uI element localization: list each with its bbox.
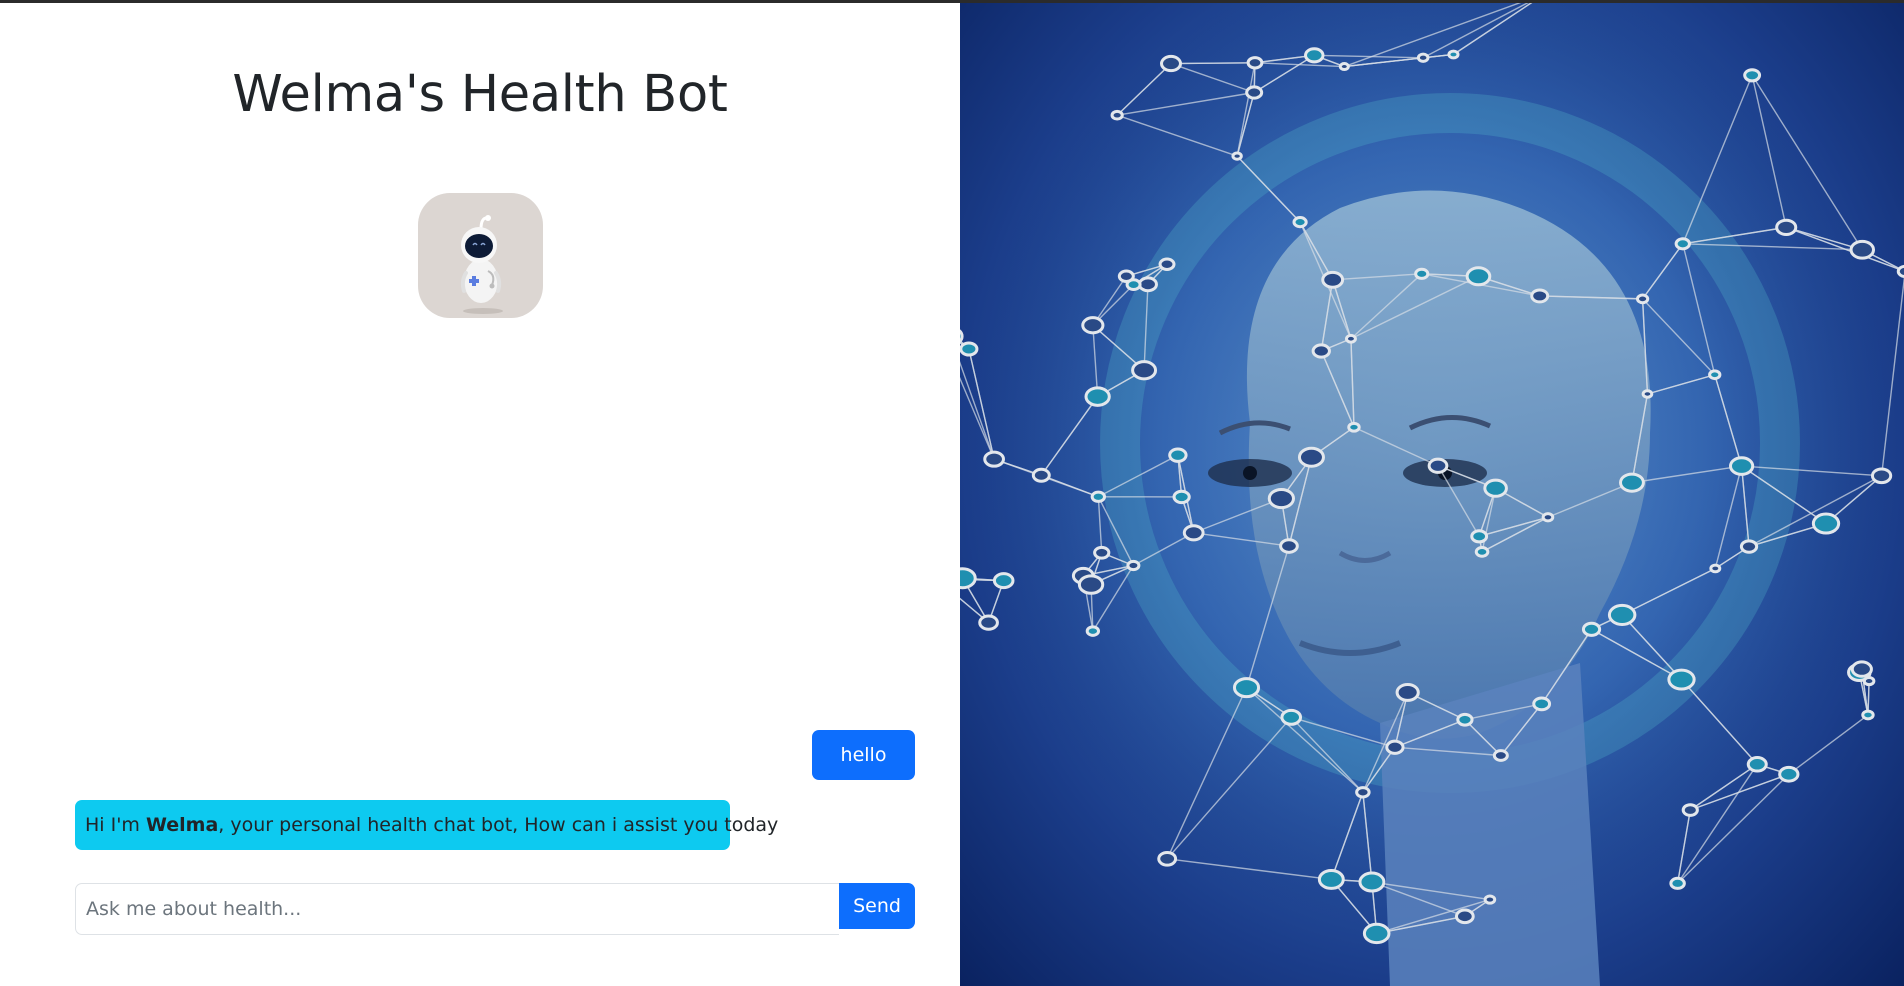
network-node: [1246, 56, 1264, 70]
robot-nurse-icon: [418, 193, 543, 318]
network-node: [1681, 803, 1699, 817]
page-title: Welma's Health Bot: [232, 65, 728, 124]
bot-message-bubble: Hi I'm Welma, your personal health chat …: [75, 800, 778, 850]
chat-panel: Welma's Health Bot hello Hi I'm Welma, y…: [0, 3, 960, 986]
network-node: [992, 572, 1015, 590]
network-node: [1182, 524, 1205, 542]
network-node: [1775, 218, 1798, 237]
network-node: [1581, 621, 1602, 637]
hero-image: [960, 3, 1904, 986]
network-node: [1085, 625, 1101, 637]
network-node: [1746, 756, 1768, 773]
network-node: [1811, 512, 1841, 535]
network-node: [1304, 47, 1325, 64]
network-node: [1081, 316, 1105, 335]
network-node: [1131, 360, 1158, 381]
bot-message-prefix: Hi I'm: [85, 814, 146, 836]
network-node: [1870, 467, 1893, 485]
network-node: [1641, 389, 1654, 399]
network-node: [1232, 677, 1261, 699]
network-node: [1157, 850, 1178, 867]
network-node: [1395, 682, 1420, 702]
network-node: [1674, 237, 1691, 251]
network-node: [1414, 267, 1430, 280]
network-node: [1669, 876, 1686, 890]
network-node: [1474, 546, 1490, 558]
network-node: [1456, 712, 1474, 727]
network-node: [1483, 478, 1508, 498]
network-node: [1280, 708, 1303, 726]
bot-name: Welma: [145, 814, 219, 836]
network-node: [1607, 603, 1637, 626]
network-node: [1117, 269, 1135, 283]
robot-avatar-icon: [460, 215, 503, 314]
network-node: [1447, 49, 1460, 60]
network-node: [1110, 109, 1124, 121]
network-node: [1344, 333, 1357, 344]
network-node: [1347, 421, 1361, 433]
network-node: [1416, 52, 1430, 63]
network-node: [1338, 62, 1350, 72]
network-node: [1245, 85, 1264, 100]
network-node: [1031, 467, 1051, 483]
network-node: [1532, 696, 1552, 712]
network-node: [960, 567, 977, 590]
network-node: [1321, 270, 1345, 289]
network-node: [1862, 676, 1876, 687]
network-node: [1470, 529, 1489, 544]
network-node: [1355, 786, 1371, 799]
network-node: [1292, 216, 1308, 229]
network-node: [1709, 563, 1722, 574]
user-message-bubble: hello: [812, 730, 915, 780]
network-node: [1728, 456, 1755, 476]
network-node: [1778, 765, 1800, 783]
network-node: [1158, 257, 1176, 272]
network-node: [1708, 369, 1722, 381]
network-node: [1849, 239, 1876, 260]
network-node: [1483, 894, 1497, 905]
network-node: [1137, 276, 1158, 293]
network-node: [1160, 54, 1182, 73]
network-node: [983, 450, 1005, 468]
network-node: [1358, 871, 1386, 893]
network-node: [1093, 545, 1111, 560]
network-node: [1279, 538, 1299, 554]
ai-face-network-illustration: [960, 3, 1904, 986]
network-node: [1231, 151, 1243, 161]
network-node: [1541, 512, 1555, 523]
bot-message-suffix: , your personal health chat bot, How can…: [218, 814, 779, 836]
network-node: [1619, 472, 1645, 493]
network-node: [1454, 908, 1475, 925]
network-node: [1896, 264, 1904, 278]
network-node: [1267, 487, 1295, 510]
network-node: [1739, 539, 1759, 554]
network-node: [1090, 490, 1107, 503]
network-node: [1861, 709, 1875, 721]
network-node: [1317, 869, 1345, 890]
network-node: [1084, 386, 1111, 407]
network-node: [1465, 266, 1492, 287]
network-node: [978, 614, 999, 631]
network-node: [1850, 660, 1873, 678]
network-node: [1530, 288, 1550, 304]
network-node: [1297, 446, 1325, 468]
network-node: [1492, 749, 1509, 762]
network-node: [1168, 447, 1188, 463]
user-message-text: hello: [840, 744, 887, 766]
network-node: [1172, 489, 1191, 505]
chat-input[interactable]: [75, 883, 839, 935]
network-node: [1077, 574, 1105, 595]
network-node: [1311, 343, 1331, 359]
network-line: [1170, 62, 1255, 65]
network-node: [1743, 68, 1762, 83]
chat-input-group: Send: [75, 883, 915, 935]
network-node: [960, 341, 979, 357]
network-node: [1362, 922, 1391, 945]
network-node: [1667, 668, 1696, 691]
network-node: [1126, 559, 1141, 572]
network-node: [1427, 457, 1449, 474]
network-node: [1635, 293, 1650, 305]
network-node: [1385, 739, 1405, 755]
send-button[interactable]: Send: [839, 883, 915, 929]
